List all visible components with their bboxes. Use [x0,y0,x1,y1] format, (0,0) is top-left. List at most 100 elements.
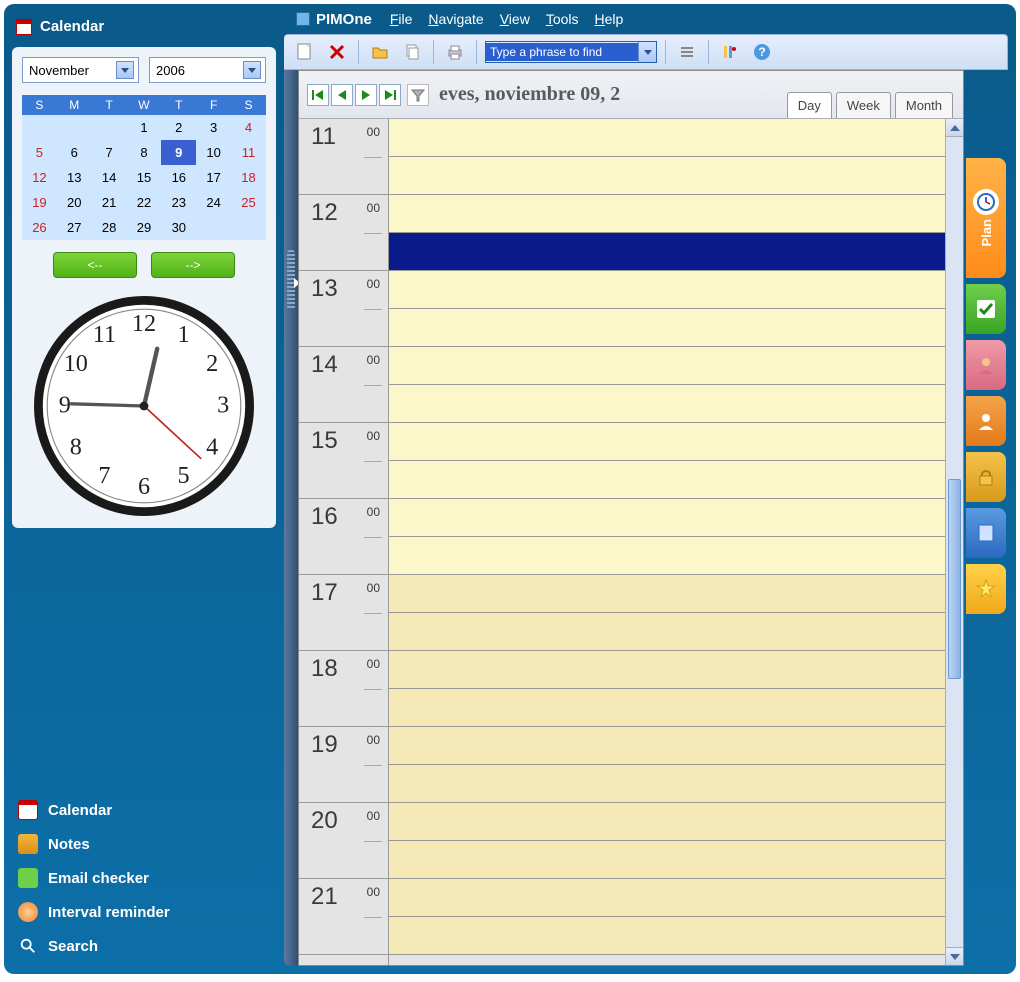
sidebar-item-email[interactable]: Email checker [12,862,276,894]
last-button[interactable] [379,84,401,106]
time-slot[interactable] [389,651,945,689]
month-select[interactable]: November [22,57,139,83]
calendar-day[interactable]: 10 [196,140,231,165]
tab-plan[interactable]: Plan [966,158,1006,278]
calendar-day[interactable]: 27 [57,215,92,240]
sidebar-item-notes[interactable]: Notes [12,828,276,860]
scroll-down-icon[interactable] [946,947,963,965]
menu-view[interactable]: View [500,11,530,27]
calendar-day[interactable]: 24 [196,190,231,215]
time-slot[interactable] [389,765,945,803]
mini-calendar[interactable]: SMTWTFS 12345678910111213141516171819202… [22,95,266,240]
menu-navigate[interactable]: Navigate [428,11,483,27]
splitter[interactable] [284,70,298,966]
time-slot[interactable] [389,613,945,651]
scroll-thumb[interactable] [948,479,961,679]
list-button[interactable] [674,39,700,65]
calendar-day[interactable]: 17 [196,165,231,190]
sidebar-item-reminder[interactable]: Interval reminder [12,896,276,928]
time-slot[interactable] [389,309,945,347]
time-slot[interactable] [389,157,945,195]
tab-contacts[interactable] [966,340,1006,390]
print-button[interactable] [442,39,468,65]
scroll-up-icon[interactable] [946,119,963,137]
time-slot[interactable] [389,917,945,955]
time-slot[interactable] [389,689,945,727]
tab-tasks[interactable] [966,284,1006,334]
vertical-scrollbar[interactable] [945,119,963,965]
chevron-down-icon[interactable] [638,42,656,62]
time-slot[interactable] [389,537,945,575]
calendar-day[interactable]: 12 [22,165,57,190]
calendar-day[interactable]: 18 [231,165,266,190]
delete-button[interactable] [324,39,350,65]
calendar-day[interactable]: 7 [92,140,127,165]
time-slot[interactable] [389,347,945,385]
tab-profile[interactable] [966,396,1006,446]
filter-button[interactable] [407,84,429,106]
time-slot[interactable] [389,195,945,233]
menu-help[interactable]: Help [595,11,624,27]
time-slot[interactable] [389,803,945,841]
calendar-day[interactable]: 9 [161,140,196,165]
copy-button[interactable] [399,39,425,65]
date-label: eves, noviembre 09, 2 [439,83,620,106]
sidebar-item-calendar[interactable]: Calendar [12,794,276,826]
prev-month-button[interactable]: <-- [53,252,137,278]
options-button[interactable] [717,39,743,65]
help-button[interactable]: ? [749,39,775,65]
time-slot[interactable] [389,423,945,461]
menu-file[interactable]: File [390,11,413,27]
event-column[interactable] [389,119,945,965]
tab-notes[interactable] [966,508,1006,558]
calendar-day[interactable]: 25 [231,190,266,215]
search-box[interactable] [485,41,657,63]
menu-tools[interactable]: Tools [546,11,579,27]
calendar-day[interactable]: 14 [92,165,127,190]
time-slot[interactable] [389,119,945,157]
calendar-day[interactable]: 6 [57,140,92,165]
calendar-day[interactable]: 30 [161,215,196,240]
tab-week[interactable]: Week [836,92,891,118]
time-slot[interactable] [389,233,945,271]
search-input[interactable] [486,43,638,61]
time-slot[interactable] [389,271,945,309]
time-slot[interactable] [389,727,945,765]
time-slot[interactable] [389,385,945,423]
calendar-day[interactable]: 19 [22,190,57,215]
calendar-day[interactable]: 3 [196,115,231,140]
sidebar-item-search[interactable]: Search [12,930,276,962]
calendar-day[interactable]: 29 [127,215,162,240]
time-slot[interactable] [389,575,945,613]
calendar-day[interactable]: 23 [161,190,196,215]
calendar-day[interactable]: 16 [161,165,196,190]
calendar-day[interactable]: 5 [22,140,57,165]
time-slot[interactable] [389,879,945,917]
prev-button[interactable] [331,84,353,106]
calendar-day[interactable]: 22 [127,190,162,215]
calendar-day[interactable]: 15 [127,165,162,190]
next-month-button[interactable]: --> [151,252,235,278]
calendar-day[interactable]: 13 [57,165,92,190]
calendar-day[interactable]: 20 [57,190,92,215]
calendar-day[interactable]: 26 [22,215,57,240]
time-slot[interactable] [389,499,945,537]
new-button[interactable] [292,39,318,65]
next-button[interactable] [355,84,377,106]
open-button[interactable] [367,39,393,65]
time-slot[interactable] [389,841,945,879]
calendar-day[interactable]: 4 [231,115,266,140]
calendar-day[interactable]: 2 [161,115,196,140]
calendar-day[interactable]: 21 [92,190,127,215]
calendar-day[interactable]: 11 [231,140,266,165]
year-select[interactable]: 2006 [149,57,266,83]
tab-day[interactable]: Day [787,92,832,118]
time-slot[interactable] [389,461,945,499]
calendar-day[interactable]: 8 [127,140,162,165]
tab-favorites[interactable] [966,564,1006,614]
calendar-day[interactable]: 28 [92,215,127,240]
tab-month[interactable]: Month [895,92,953,118]
first-button[interactable] [307,84,329,106]
calendar-day[interactable]: 1 [127,115,162,140]
tab-password[interactable] [966,452,1006,502]
